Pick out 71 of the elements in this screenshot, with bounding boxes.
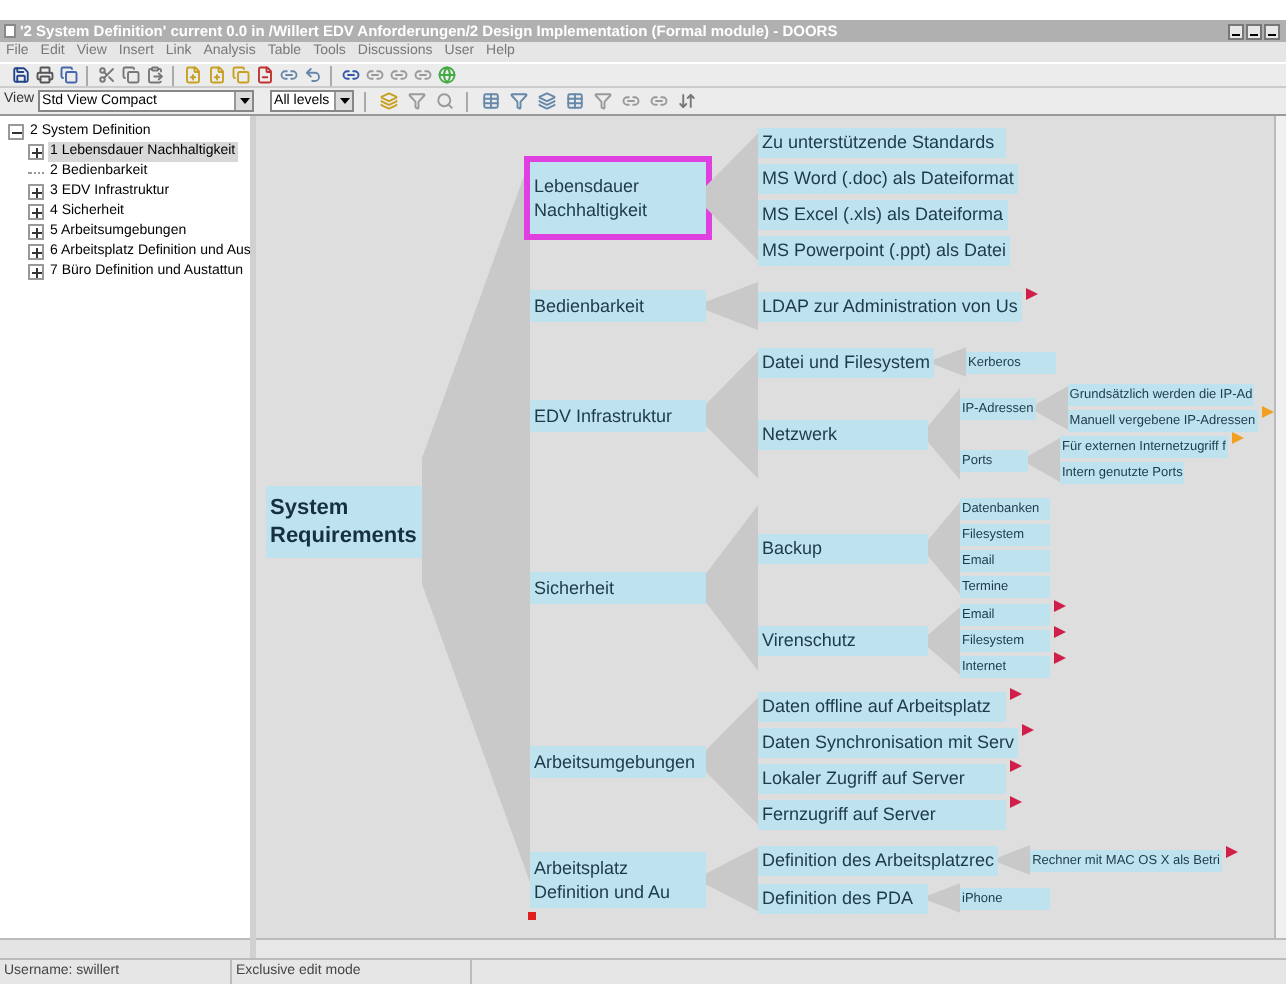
- mindmap-node[interactable]: MS Word (.doc) als Dateiformat: [758, 164, 1018, 194]
- horizontal-scrollbar[interactable]: [0, 938, 250, 958]
- mindmap-node[interactable]: Arbeitsumgebungen: [530, 745, 706, 777]
- table-icon[interactable]: [562, 90, 587, 112]
- layers-icon[interactable]: [376, 90, 401, 112]
- connector-shape: [928, 384, 960, 484]
- mindmap-node[interactable]: Datei und Filesystem: [758, 347, 935, 377]
- mindmap-node[interactable]: Lokaler Zugriff auf Server: [758, 764, 1006, 794]
- caret-icon: [334, 92, 353, 110]
- file-plus-icon[interactable]: [180, 64, 204, 86]
- file-minus-icon[interactable]: [252, 64, 276, 86]
- mindmap-node[interactable]: Bedienbarkeit: [530, 290, 706, 322]
- mindmap-node[interactable]: LDAP zur Administration von Us: [758, 291, 1022, 321]
- printer-icon[interactable]: [32, 64, 56, 86]
- connector-shape: [928, 882, 960, 914]
- mindmap-node[interactable]: MS Excel (.xls) als Dateiforma: [758, 200, 1008, 230]
- connector-shape: [706, 692, 758, 830]
- paste-icon[interactable]: [142, 64, 166, 86]
- table-icon[interactable]: [478, 90, 503, 112]
- save-icon[interactable]: [8, 64, 32, 86]
- connector-shape: [998, 844, 1031, 876]
- search-icon[interactable]: [432, 90, 457, 112]
- mindmap-node[interactable]: Backup: [758, 533, 928, 563]
- undo-icon[interactable]: [300, 64, 324, 86]
- connector-shape: [706, 128, 758, 266]
- connector-shape: [706, 280, 758, 332]
- mindmap-node[interactable]: Lebensdauer Nachhaltigkeit: [530, 161, 706, 233]
- mindmap-node[interactable]: Definition des Arbeitsplatzrec: [758, 845, 999, 875]
- mindmap-node[interactable]: Netzwerk: [758, 419, 928, 449]
- mindmap-node[interactable]: System Requirements: [266, 485, 422, 557]
- filter-icon[interactable]: [404, 90, 429, 112]
- document-icon: [4, 24, 16, 38]
- expand-icon[interactable]: [28, 224, 44, 240]
- mindmap-node[interactable]: Fernzugriff auf Server: [758, 800, 1006, 830]
- collapse-icon[interactable]: [8, 124, 24, 140]
- copy-icon[interactable]: [228, 64, 252, 86]
- mindmap-node[interactable]: Zu unterstützende Standards: [758, 128, 1006, 158]
- expand-icon[interactable]: [28, 244, 44, 260]
- connector-shape: [1035, 384, 1068, 432]
- mindmap-node[interactable]: Sicherheit: [530, 572, 706, 604]
- link-icon[interactable]: [276, 64, 300, 86]
- connector-shape: [934, 346, 967, 378]
- mindmap-node[interactable]: Daten Synchronisation mit Serv: [758, 728, 1019, 758]
- horizontal-scrollbar[interactable]: [256, 938, 1286, 958]
- sort-icon[interactable]: [674, 90, 699, 112]
- mindmap-node[interactable]: Daten offline auf Arbeitsplatz: [758, 692, 1006, 722]
- mindmap-node[interactable]: MS Powerpoint (.ppt) als Datei: [758, 236, 1011, 266]
- connector-shape: [1028, 436, 1060, 484]
- scissors-icon[interactable]: [94, 64, 118, 86]
- expand-icon[interactable]: [28, 144, 44, 160]
- expand-icon[interactable]: [28, 204, 44, 220]
- filter-icon[interactable]: [506, 90, 531, 112]
- expand-icon[interactable]: [28, 264, 44, 280]
- connector-shape: [706, 346, 758, 484]
- connector-shape: [928, 604, 960, 678]
- mindmap-node[interactable]: EDV Infrastruktur: [530, 399, 706, 431]
- filter-icon[interactable]: [590, 90, 615, 112]
- mindmap-node[interactable]: Arbeitsplatz Definition und Au: [530, 851, 706, 907]
- anchor-marker: [528, 912, 536, 920]
- layers-icon[interactable]: [534, 90, 559, 112]
- copy-icon[interactable]: [118, 64, 142, 86]
- mindmap-node[interactable]: Virenschutz: [758, 626, 928, 656]
- minimize-icon[interactable]: [1228, 23, 1244, 39]
- caret-icon: [234, 92, 253, 110]
- link-icon[interactable]: [338, 64, 362, 86]
- mindmap-node[interactable]: Definition des PDA: [758, 883, 928, 913]
- copy-icon[interactable]: [56, 64, 80, 86]
- expand-icon[interactable]: [28, 184, 44, 200]
- connector-shape: [928, 498, 960, 598]
- globe-icon[interactable]: [434, 64, 458, 86]
- file-plus-icon[interactable]: [204, 64, 228, 86]
